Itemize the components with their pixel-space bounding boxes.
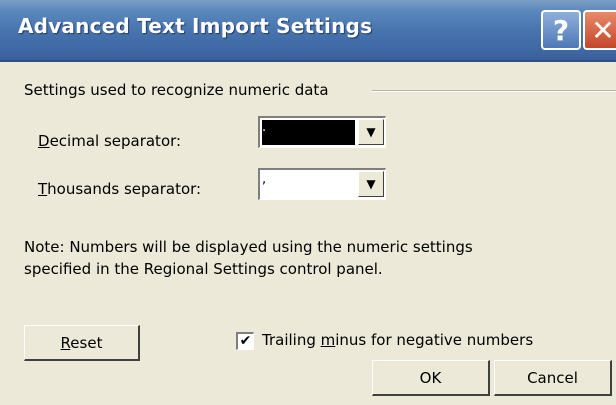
cancel-button-label: Cancel [527,368,578,387]
close-icon: ✕ [591,13,615,47]
decimal-separator-combo[interactable]: . ▼ [258,116,386,148]
help-icon: ? [552,13,570,47]
chevron-down-icon[interactable]: ▼ [358,119,384,145]
note-text: Note: Numbers will be displayed using th… [24,236,584,280]
decimal-separator-value: . [262,120,355,145]
decimal-separator-label: Decimal separator: [38,132,182,150]
reset-button[interactable]: Reset [24,325,140,361]
help-button[interactable]: ? [541,10,581,50]
title-bar[interactable]: Advanced Text Import Settings ? ✕ [0,0,616,62]
thousands-separator-value: , [262,172,267,187]
reset-button-label: Reset [60,333,103,352]
cancel-button[interactable]: Cancel [494,360,612,396]
thousands-separator-label: Thousands separator: [38,180,202,198]
trailing-minus-checkbox[interactable]: ✔ [236,332,254,350]
group-divider [372,90,616,92]
advanced-text-import-dialog: Advanced Text Import Settings ? ✕ Settin… [0,0,616,405]
dialog-title: Advanced Text Import Settings [18,14,373,38]
ok-button[interactable]: OK [372,360,490,396]
chevron-down-icon[interactable]: ▼ [358,171,384,197]
ok-button-label: OK [419,368,442,387]
thousands-separator-combo[interactable]: , ▼ [258,168,386,200]
group-label: Settings used to recognize numeric data [24,81,329,99]
note-line-1: Note: Numbers will be displayed using th… [24,238,473,256]
close-button[interactable]: ✕ [583,10,616,50]
trailing-minus-label[interactable]: Trailing minus for negative numbers [262,331,533,349]
note-line-2: specified in the Regional Settings contr… [24,260,383,278]
